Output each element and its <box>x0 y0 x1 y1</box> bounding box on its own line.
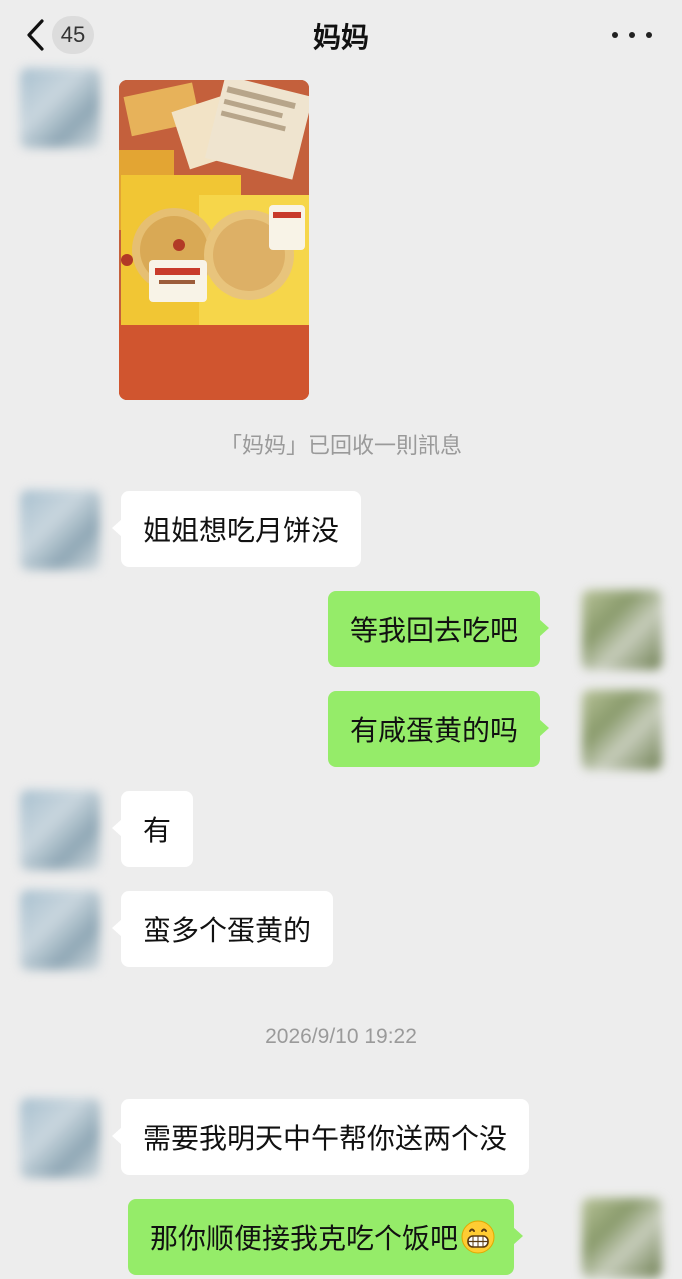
outgoing-message-bubble[interactable]: 那你顺便接我克吃个饭吧 <box>128 1199 524 1275</box>
more-dot-icon <box>646 32 652 38</box>
outgoing-message-bubble[interactable]: 有咸蛋黄的吗 <box>328 691 550 767</box>
self-avatar[interactable] <box>582 1198 662 1278</box>
incoming-message-bubble[interactable]: 需要我明天中午帮你送两个没 <box>111 1099 530 1175</box>
more-dot-icon <box>629 32 635 38</box>
message-timestamp: 2026/9/10 19:22 <box>265 1025 417 1048</box>
message-text: 那你顺便接我克吃个饭吧 <box>150 1222 459 1255</box>
contact-avatar[interactable] <box>20 790 100 870</box>
recalled-message-notice: 「妈妈」已回收一則訊息 <box>219 434 462 459</box>
contact-avatar[interactable] <box>20 1098 100 1178</box>
chat-title: 妈妈 <box>312 21 369 54</box>
outgoing-message-bubble[interactable]: 等我回去吃吧 <box>328 591 550 667</box>
contact-avatar[interactable] <box>20 890 100 970</box>
more-dot-icon <box>612 32 618 38</box>
incoming-message-bubble[interactable]: 蛮多个蛋黄的 <box>111 891 334 967</box>
image-message[interactable] <box>119 80 309 400</box>
mooncake-photo-image <box>119 80 309 400</box>
contact-avatar[interactable] <box>20 68 100 148</box>
contact-avatar[interactable] <box>20 490 100 570</box>
grinning-face-emoji-icon <box>461 1220 495 1254</box>
more-options-button[interactable] <box>612 22 652 48</box>
nav-bar: 45 妈妈 <box>0 0 682 72</box>
incoming-message-bubble[interactable]: 姐姐想吃月饼没 <box>111 491 362 567</box>
incoming-message-bubble[interactable]: 有 <box>111 791 194 867</box>
self-avatar[interactable] <box>582 590 662 670</box>
self-avatar[interactable] <box>582 690 662 770</box>
